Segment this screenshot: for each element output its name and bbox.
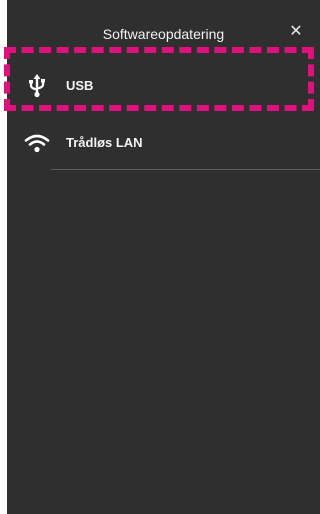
menu-item-wireless-lan[interactable]: Trådløs LAN	[7, 115, 320, 171]
software-update-panel: Softwareopdatering ✕ USB Trådløs LAN	[7, 0, 320, 514]
menu-item-label: USB	[66, 78, 94, 93]
divider	[51, 169, 320, 170]
header-bar: Softwareopdatering ✕	[7, 0, 320, 64]
close-icon: ✕	[289, 23, 303, 40]
menu-item-label: Trådløs LAN	[66, 135, 143, 150]
close-button[interactable]: ✕	[286, 22, 306, 42]
usb-icon	[23, 72, 51, 100]
menu-item-usb[interactable]: USB	[7, 58, 320, 114]
page-title: Softwareopdatering	[102, 26, 225, 42]
wifi-icon	[23, 129, 51, 157]
